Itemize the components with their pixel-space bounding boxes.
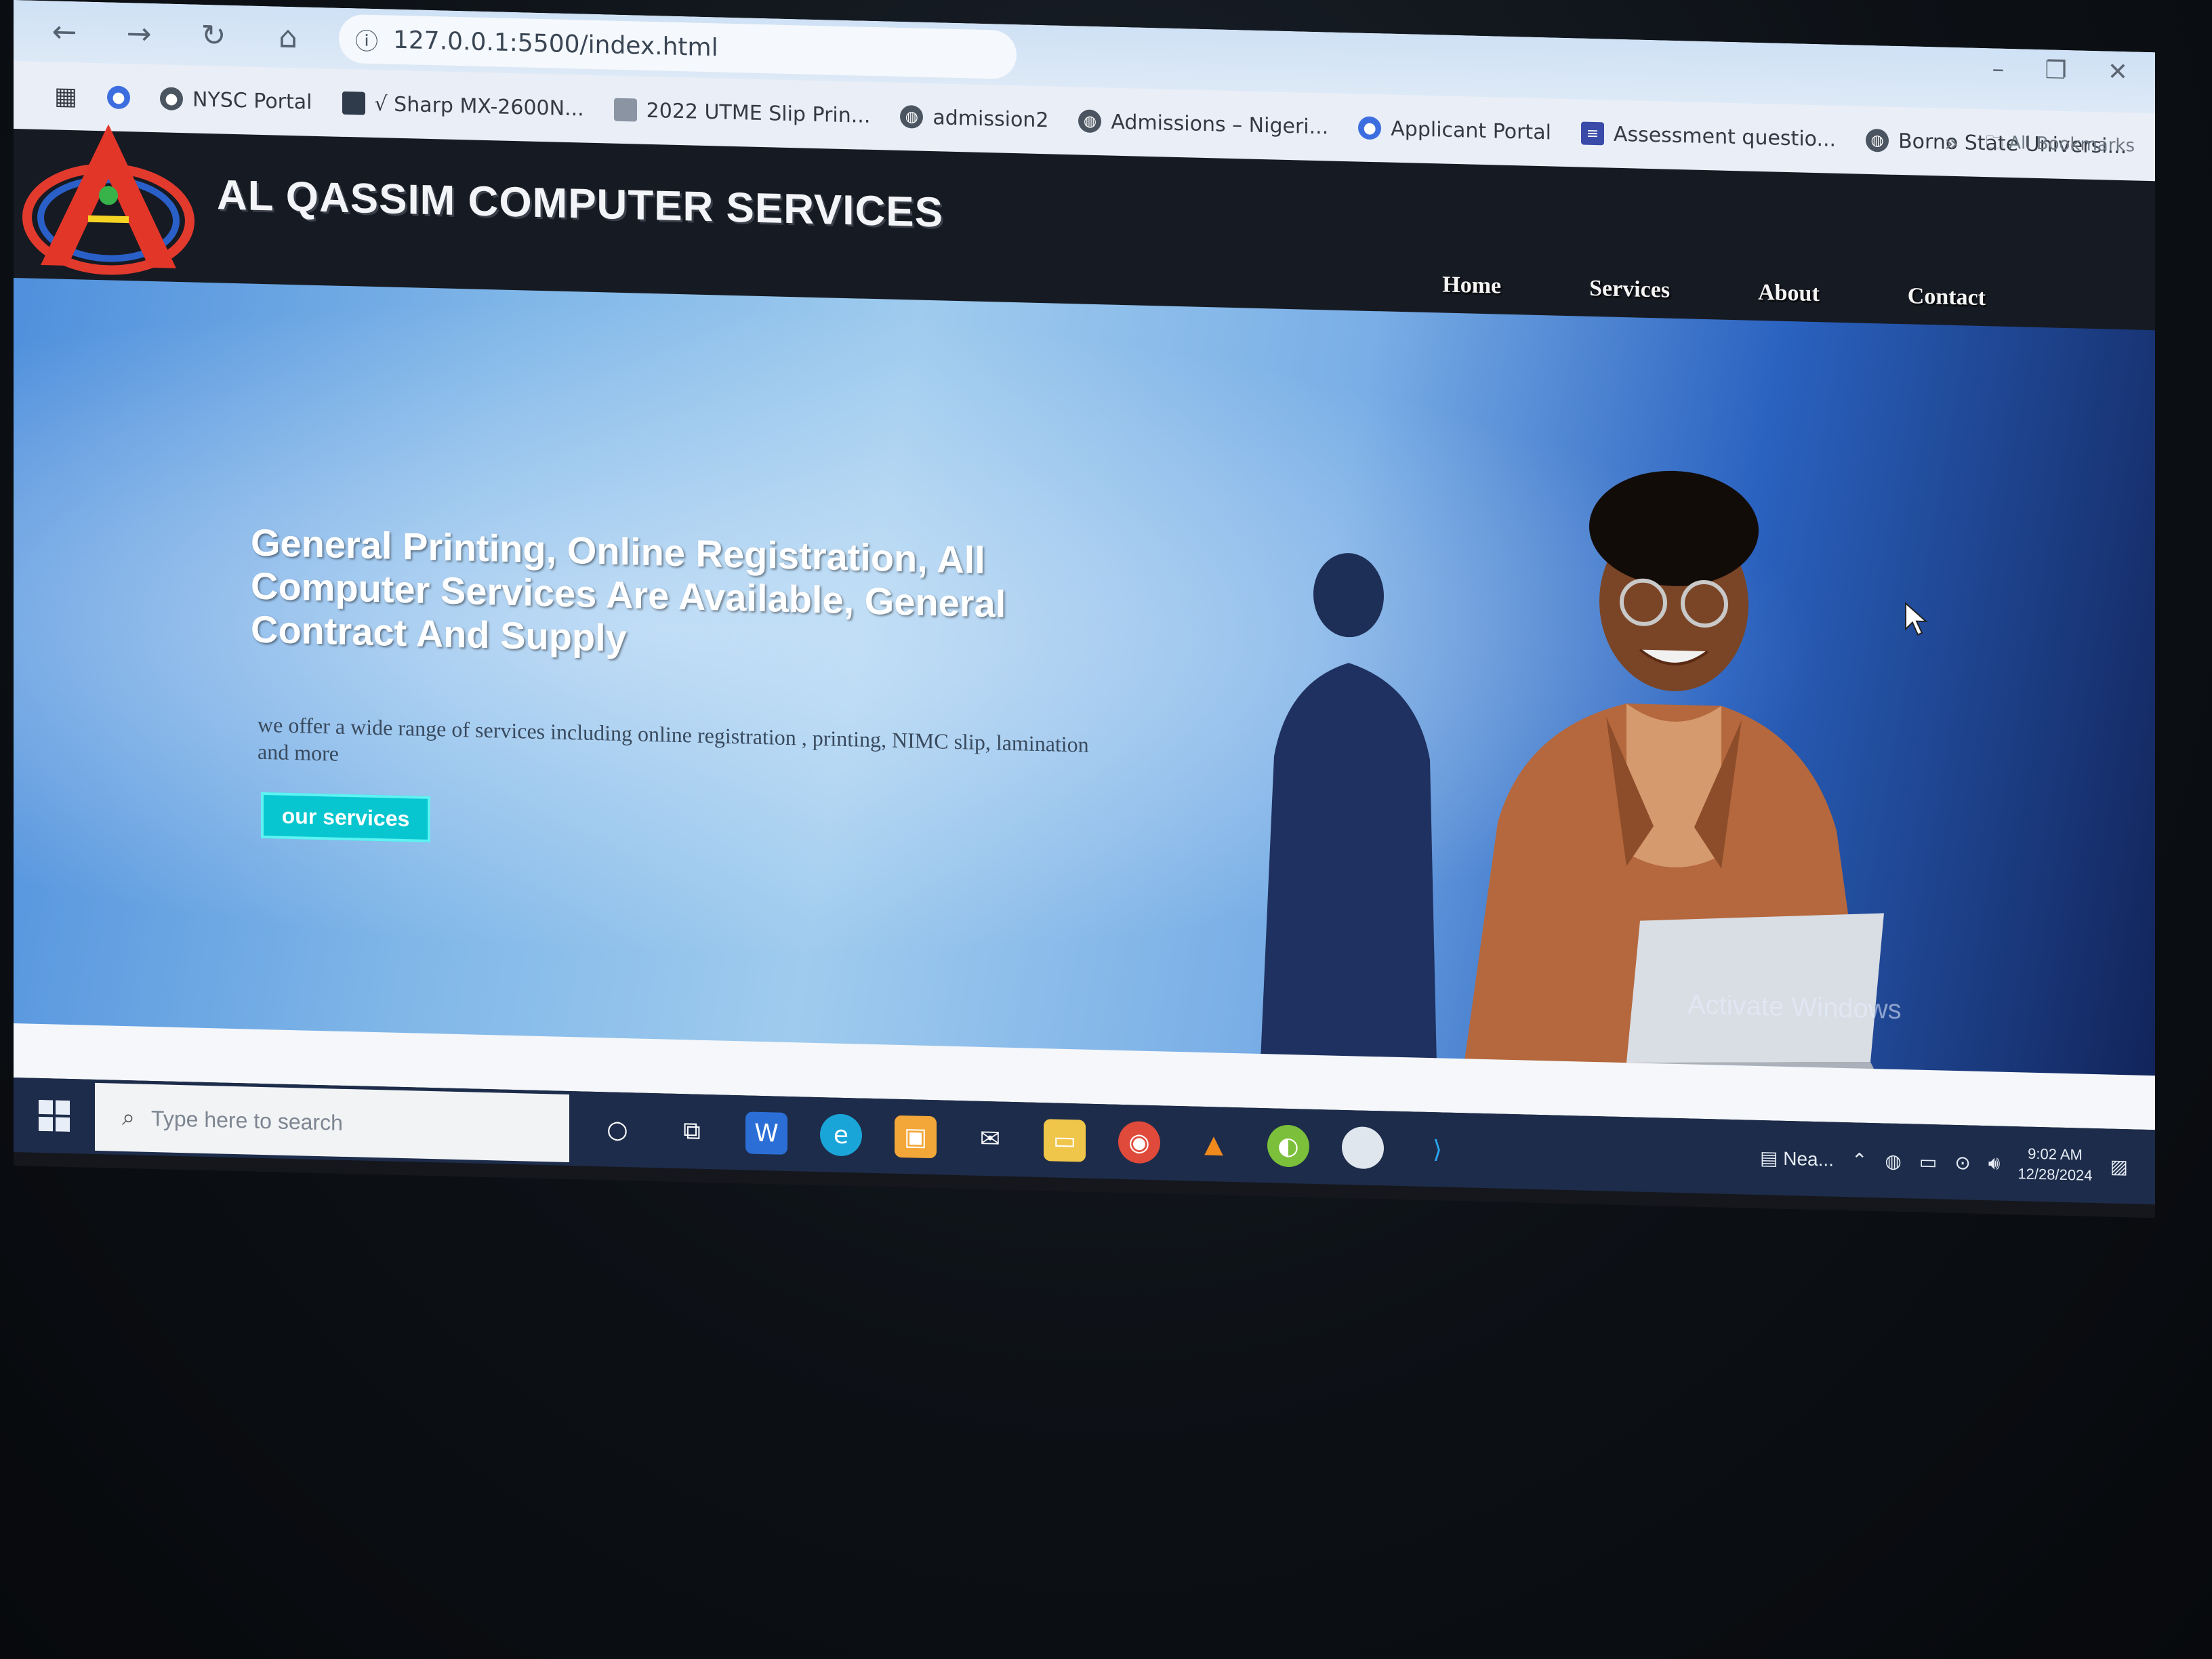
- url-field[interactable]: ⓘ 127.0.0.1:5500/index.html: [339, 14, 1017, 80]
- bookmark-label: Admissions – Nigeri...: [1111, 110, 1329, 139]
- mouse-cursor-icon: [1905, 602, 1928, 636]
- search-icon: ⌕: [122, 1103, 136, 1132]
- document-icon: [613, 98, 637, 122]
- apps-icon[interactable]: ▦: [54, 82, 77, 110]
- volume-icon[interactable]: 🔊︎: [1988, 1152, 2001, 1174]
- bookmarks-right: » 🗀 All Bookmarks: [1944, 129, 2135, 163]
- back-icon[interactable]: ←: [41, 7, 88, 56]
- close-icon[interactable]: ✕: [2108, 58, 2128, 87]
- vlc-icon[interactable]: ▲: [1193, 1123, 1235, 1166]
- clock-time: 9:02 AM: [2028, 1145, 2083, 1164]
- bookmark-item[interactable]: √ Sharp MX-2600N...: [342, 91, 584, 121]
- system-tray: ▤ Nea... ⌃ ◍ ▭ ⊙ 🔊︎ 9:02 AM 12/28/2024 ▨: [1760, 1120, 2128, 1204]
- store-icon[interactable]: ▣: [895, 1115, 937, 1159]
- app-green-icon[interactable]: ◐: [1267, 1124, 1309, 1168]
- windows-icon: [39, 1099, 70, 1132]
- nysc-icon: ●: [160, 87, 184, 111]
- activate-windows-watermark: Activate Windows: [1687, 989, 1902, 1025]
- website: General Printing, Online Registration, A…: [14, 124, 2155, 1130]
- task-view-icon[interactable]: ⧉: [671, 1110, 713, 1153]
- minimize-icon[interactable]: –: [1992, 55, 2005, 83]
- taskbar-search[interactable]: ⌕ Type here to search: [95, 1082, 569, 1163]
- our-services-button[interactable]: our services: [261, 792, 430, 843]
- folder-icon: 🗀: [1985, 132, 2009, 153]
- bookmark-label: admission2: [933, 105, 1049, 132]
- hero-heading: General Printing, Online Registration, A…: [251, 520, 1006, 660]
- maximize-icon[interactable]: ❐: [2045, 56, 2067, 85]
- bookmark-item[interactable]: ◍ Admissions – Nigeri...: [1078, 109, 1328, 139]
- bookmark-item[interactable]: ◍ admission2: [900, 104, 1049, 132]
- hero-person-image: [1261, 470, 1884, 1076]
- bookmark-label: NYSC Portal: [192, 87, 312, 115]
- clock-date: 12/28/2024: [2018, 1165, 2093, 1184]
- url-text: 127.0.0.1:5500/index.html: [393, 26, 718, 62]
- site-info-icon[interactable]: ⓘ: [355, 22, 378, 56]
- bookmark-item[interactable]: 2022 UTME Slip Prin...: [613, 98, 871, 128]
- bookmark-item[interactable]: ● NYSC Portal: [160, 87, 312, 114]
- pinned-apps: ○ ⧉ W e ▣ ✉ ▭ ◉ ▲ ◐ ⟩: [569, 1107, 1458, 1171]
- monitor-screen: ← → ↻ ⌂ ⓘ 127.0.0.1:5500/index.html – ❐ …: [14, 0, 2155, 1218]
- bookmark-label: √ Sharp MX-2600N...: [374, 91, 584, 121]
- battery-icon[interactable]: ▭: [1919, 1150, 1937, 1173]
- file-explorer-icon[interactable]: ▭: [1044, 1119, 1086, 1162]
- news-widget[interactable]: ▤ Nea...: [1760, 1146, 1834, 1170]
- all-bookmarks-folder[interactable]: 🗀 All Bookmarks: [1986, 129, 2135, 163]
- globe-icon: ◍: [1078, 109, 1102, 134]
- all-bookmarks-label: All Bookmarks: [2009, 132, 2135, 157]
- nav-home[interactable]: Home: [1442, 272, 1501, 300]
- nav-contact[interactable]: Contact: [1908, 283, 1986, 311]
- vscode-icon[interactable]: ⟩: [1416, 1128, 1458, 1172]
- bookmark-item[interactable]: ≡ Assessment questio...: [1580, 121, 1837, 152]
- sharp-icon: [342, 91, 365, 115]
- window-controls: – ❐ ✕: [1992, 55, 2128, 86]
- globe-icon: ◍: [1866, 128, 1889, 152]
- hero-section: General Printing, Online Registration, A…: [14, 271, 2155, 1083]
- bookmark-item[interactable]: ● Applicant Portal: [1358, 116, 1551, 144]
- network-icon[interactable]: ⊙: [1954, 1151, 1970, 1174]
- home-icon[interactable]: ⌂: [264, 13, 312, 62]
- reload-icon[interactable]: ↻: [190, 11, 237, 60]
- news-icon: ▤: [1760, 1147, 1784, 1169]
- portal-icon: ●: [1358, 116, 1382, 140]
- bookmark-label: 2022 UTME Slip Prin...: [646, 98, 871, 128]
- forward-icon[interactable]: →: [115, 9, 163, 58]
- bookmark-label: Applicant Portal: [1391, 117, 1551, 144]
- bookmark-blue[interactable]: ●: [107, 85, 131, 110]
- mail-icon[interactable]: ✉: [969, 1117, 1011, 1160]
- news-label: Nea...: [1783, 1147, 1834, 1170]
- search-placeholder: Type here to search: [151, 1105, 343, 1135]
- start-button[interactable]: [14, 1078, 95, 1154]
- notification-icon[interactable]: ▨: [2110, 1155, 2128, 1178]
- bookmark-label: Assessment questio...: [1613, 122, 1837, 152]
- globe-icon: ◍: [900, 104, 924, 129]
- site-title: AL QASSIM COMPUTER SERVICES: [217, 171, 943, 237]
- globe-icon[interactable]: ◍: [1885, 1149, 1901, 1172]
- company-logo[interactable]: [20, 115, 203, 283]
- nav-about[interactable]: About: [1758, 280, 1820, 307]
- main-nav: Home Services About Contact: [1442, 272, 1986, 312]
- nav-services[interactable]: Services: [1589, 276, 1670, 304]
- sheet-icon: ≡: [1580, 121, 1604, 146]
- clock[interactable]: 9:02 AM 12/28/2024: [2018, 1143, 2092, 1186]
- cortana-icon[interactable]: ○: [596, 1108, 638, 1151]
- chrome-icon[interactable]: ◉: [1118, 1120, 1160, 1164]
- word-icon[interactable]: W: [745, 1111, 787, 1155]
- app-pill-icon[interactable]: [1342, 1126, 1384, 1170]
- more-bookmarks-icon[interactable]: »: [1944, 130, 1959, 158]
- edge-icon[interactable]: e: [820, 1113, 862, 1157]
- portal-icon: ●: [107, 85, 131, 110]
- chevron-up-icon[interactable]: ⌃: [1851, 1149, 1867, 1172]
